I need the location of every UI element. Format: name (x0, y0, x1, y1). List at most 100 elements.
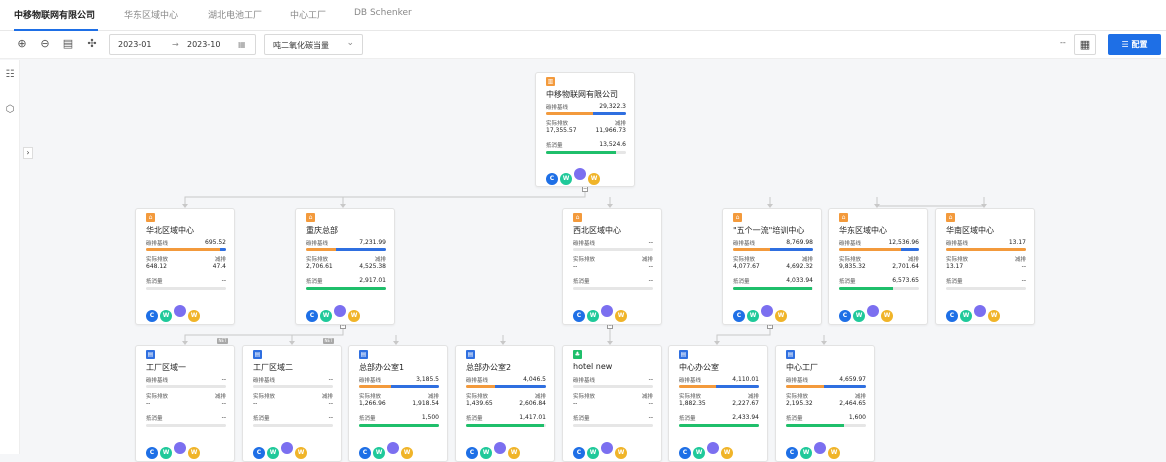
org-node-card[interactable]: ⌂ 西北区域中心 碳排基线 -- 实际排放 减排 -- -- 抵消量 -- CW… (562, 208, 662, 325)
w2-badge[interactable]: W (508, 447, 520, 459)
baseline-label: 碳排基线 (573, 241, 596, 247)
c-badge[interactable]: C (839, 310, 851, 322)
w2-badge[interactable]: W (828, 447, 840, 459)
w-badge[interactable]: W (267, 447, 279, 459)
w2-badge[interactable]: W (775, 310, 787, 322)
baseline-label: 碳排基线 (786, 378, 809, 384)
w2-badge[interactable]: W (188, 447, 200, 459)
org-node-card[interactable]: ▤ 工厂区域二 碳排基线 -- 实际排放 减排 -- -- 抵消量 -- CWW (242, 345, 342, 462)
actual-value: -- (146, 400, 151, 407)
w-badge[interactable]: W (853, 310, 865, 322)
c-badge[interactable]: C (573, 310, 585, 322)
w2-badge[interactable]: W (401, 447, 413, 459)
p-badge[interactable] (387, 442, 399, 454)
org-node-card[interactable]: ▤ 总部办公室2 碳排基线 4,046.5 实际排放 减排 1,439.65 2… (455, 345, 555, 462)
w-badge[interactable]: W (160, 447, 172, 459)
offset-bar (786, 424, 866, 427)
org-node-card[interactable]: ⌂ 华东区域中心 碳排基线 12,536.96 实际排放 减排 9,835.32… (828, 208, 928, 325)
p-badge[interactable] (174, 442, 186, 454)
w-badge[interactable]: W (560, 173, 572, 185)
c-badge[interactable]: C (546, 173, 558, 185)
w2-badge[interactable]: W (188, 310, 200, 322)
reduction-value: 11,966.73 (595, 127, 626, 134)
p-badge[interactable] (574, 168, 586, 180)
w-badge[interactable]: W (480, 447, 492, 459)
c-badge[interactable]: C (786, 447, 798, 459)
w-badge[interactable]: W (587, 447, 599, 459)
offset-label: 抵消量 (546, 143, 563, 149)
org-node-card[interactable]: ♣ hotel new 碳排基线 -- 实际排放 减排 -- -- 抵消量 --… (562, 345, 662, 462)
org-node-card[interactable]: ▤ 中心工厂 碳排基线 4,659.97 实际排放 减排 2,195.32 2,… (775, 345, 875, 462)
reduction-value: 2,701.64 (892, 263, 919, 270)
actual-value: 13.17 (946, 263, 964, 270)
w-badge[interactable]: W (373, 447, 385, 459)
offset-bar (146, 424, 226, 427)
p-badge[interactable] (174, 305, 186, 317)
w-badge[interactable]: W (160, 310, 172, 322)
p-badge[interactable] (494, 442, 506, 454)
org-node-card[interactable]: ⌂ 华北区域中心 碳排基线 695.52 实际排放 减排 648.12 47.4… (135, 208, 235, 325)
office-icon: ▤ (679, 350, 688, 359)
reduction-value: -- (648, 263, 653, 270)
scope-badges: CWW (733, 302, 789, 322)
scope-badges: CWW (146, 302, 202, 322)
org-node-card[interactable]: ▤ 工厂区域一 碳排基线 -- 实际排放 减排 -- -- 抵消量 -- CWW (135, 345, 235, 462)
w-badge[interactable]: W (320, 310, 332, 322)
reduction-label: 减排 (214, 257, 226, 263)
w2-badge[interactable]: W (615, 310, 627, 322)
p-badge[interactable] (601, 305, 613, 317)
actual-value: 2,706.61 (306, 263, 333, 270)
p-badge[interactable] (281, 442, 293, 454)
c-badge[interactable]: C (733, 310, 745, 322)
reduction-label: 减排 (854, 394, 866, 400)
offset-value: -- (648, 277, 653, 284)
w-badge[interactable]: W (960, 310, 972, 322)
p-badge[interactable] (974, 305, 986, 317)
w2-badge[interactable]: W (295, 447, 307, 459)
reduction-value: 1,918.54 (412, 400, 439, 407)
p-badge[interactable] (814, 442, 826, 454)
w-badge[interactable]: W (693, 447, 705, 459)
p-badge[interactable] (334, 305, 346, 317)
scope-badges: CWW (573, 302, 629, 322)
node-name: 重庆总部 (306, 226, 338, 235)
c-badge[interactable]: C (679, 447, 691, 459)
offset-value: -- (1021, 277, 1026, 284)
c-badge[interactable]: C (466, 447, 478, 459)
w2-badge[interactable]: W (988, 310, 1000, 322)
actual-label: 实际排放 (466, 394, 489, 400)
org-node-card[interactable]: ⌂ 华南区域中心 碳排基线 13.17 实际排放 减排 13.17 -- 抵消量… (935, 208, 1035, 325)
w2-badge[interactable]: W (348, 310, 360, 322)
p-badge[interactable] (761, 305, 773, 317)
baseline-value: 3,185.5 (416, 376, 439, 383)
actual-value: 17,355.57 (546, 127, 577, 134)
c-badge[interactable]: C (946, 310, 958, 322)
w-badge[interactable]: W (587, 310, 599, 322)
reduction-label: 减排 (427, 394, 439, 400)
org-node-card[interactable]: ▥ 中移物联网有限公司 碳排基线 29,322.3 实际排放 减排 17,355… (535, 72, 635, 187)
w-badge[interactable]: W (747, 310, 759, 322)
org-node-card[interactable]: ▤ 中心办公室 碳排基线 4,110.01 实际排放 减排 1,882.35 2… (668, 345, 768, 462)
c-badge[interactable]: C (146, 310, 158, 322)
p-badge[interactable] (707, 442, 719, 454)
w2-badge[interactable]: W (615, 447, 627, 459)
w2-badge[interactable]: W (588, 173, 600, 185)
actual-value: 1,266.96 (359, 400, 386, 407)
c-badge[interactable]: C (359, 447, 371, 459)
offset-bar (733, 287, 813, 290)
p-badge[interactable] (601, 442, 613, 454)
c-badge[interactable]: C (306, 310, 318, 322)
offset-bar (946, 287, 1026, 290)
c-badge[interactable]: C (253, 447, 265, 459)
p-badge[interactable] (867, 305, 879, 317)
net-tag: NET (217, 338, 228, 344)
w2-badge[interactable]: W (881, 310, 893, 322)
org-node-card[interactable]: ⌂ "五个一流"培训中心 碳排基线 8,769.98 实际排放 减排 4,077… (722, 208, 822, 325)
w-badge[interactable]: W (800, 447, 812, 459)
w2-badge[interactable]: W (721, 447, 733, 459)
c-badge[interactable]: C (146, 447, 158, 459)
c-badge[interactable]: C (573, 447, 585, 459)
org-node-card[interactable]: ⌂ 重庆总部 碳排基线 7,231.99 实际排放 减排 2,706.61 4,… (295, 208, 395, 325)
org-node-card[interactable]: ▤ 总部办公室1 碳排基线 3,185.5 实际排放 减排 1,266.96 1… (348, 345, 448, 462)
baseline-value: 4,110.01 (732, 376, 759, 383)
